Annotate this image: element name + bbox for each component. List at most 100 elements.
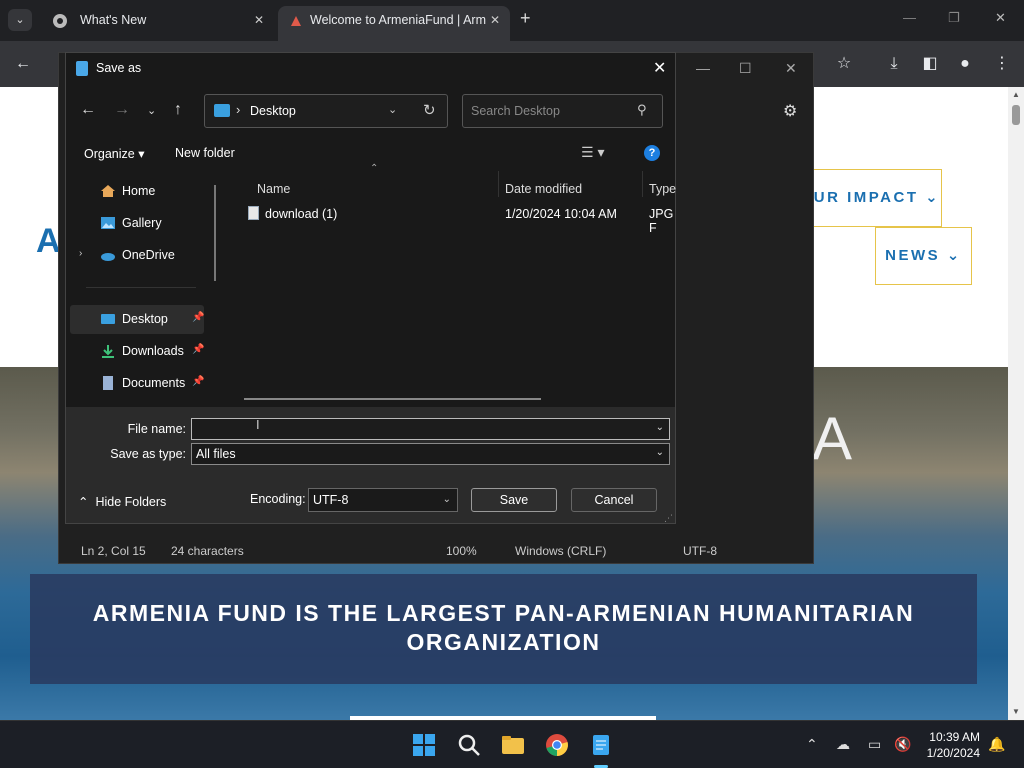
back-arrow-icon[interactable]: ← (12, 53, 34, 75)
expand-chevron-icon[interactable]: › (79, 248, 82, 259)
mission-banner: ARMENIA FUND IS THE LARGEST PAN-ARMENIAN… (30, 574, 977, 684)
site-logo[interactable]: A (36, 222, 61, 261)
file-explorer-icon[interactable] (501, 733, 525, 757)
refresh-icon[interactable]: ↻ (423, 101, 436, 119)
notepad-maximize-icon[interactable]: ☐ (739, 60, 752, 77)
start-windows-icon[interactable] (412, 733, 436, 757)
column-divider[interactable] (498, 171, 499, 197)
notepad-close-icon[interactable]: ✕ (785, 60, 797, 77)
menu-kebab-icon[interactable]: ⋮ (991, 53, 1013, 75)
tab-search-chevron-icon[interactable]: ⌄ (8, 9, 32, 31)
image-file-icon (248, 206, 259, 220)
notification-bell-icon[interactable]: 🔔 (988, 736, 1005, 753)
tab-close-icon[interactable]: ✕ (254, 6, 264, 35)
address-dropdown-icon[interactable]: ⌄ (388, 103, 397, 116)
save-type-label: Save as type: (110, 447, 186, 461)
view-options-icon[interactable]: ☰ ▾ (581, 144, 604, 161)
network-icon[interactable]: ▭ (868, 736, 881, 753)
hide-folders-button[interactable]: ⌃ Hide Folders (78, 494, 166, 509)
recent-locations-chevron-icon[interactable]: ⌄ (147, 104, 156, 117)
new-tab-plus-icon[interactable]: + (520, 8, 531, 29)
profile-icon[interactable]: ● (954, 53, 976, 75)
banner-line-2: ORGANIZATION (406, 629, 601, 655)
download-arrow-icon (102, 345, 114, 358)
nav-item-downloads[interactable]: Downloads 📌 (70, 337, 204, 366)
scroll-up-icon[interactable]: ▲ (1012, 90, 1020, 99)
tab-armeniafund[interactable]: Welcome to ArmeniaFund | Arm ✕ (278, 6, 510, 41)
page-scrollbar[interactable]: ▲ ▼ (1008, 87, 1024, 720)
chrome-icon[interactable] (545, 733, 569, 757)
settings-gear-icon[interactable]: ⚙ (783, 101, 797, 121)
status-position: Ln 2, Col 15 (81, 544, 146, 558)
search-box[interactable]: Search Desktop ⚲ (462, 94, 663, 128)
pin-icon: 📌 (192, 344, 205, 355)
save-type-dropdown-icon[interactable]: ⌄ (656, 447, 664, 458)
search-icon[interactable] (457, 733, 481, 757)
scroll-down-icon[interactable]: ▼ (1012, 707, 1020, 716)
nav-news[interactable]: NEWS ⌄ (875, 227, 972, 285)
new-folder-button[interactable]: New folder (175, 146, 235, 160)
save-type-select[interactable]: All files ⌄ (191, 443, 670, 465)
column-header-name[interactable]: Name (257, 182, 290, 196)
nav-our-impact[interactable]: UR IMPACT ⌄ (812, 169, 942, 227)
notepad-statusbar: Ln 2, Col 15 24 characters 100% Windows … (59, 539, 813, 563)
volume-muted-icon[interactable]: 🔇 (894, 736, 911, 753)
minimize-icon[interactable]: — (903, 10, 916, 25)
maximize-icon[interactable]: ❐ (948, 10, 960, 26)
resize-grip-icon[interactable]: ⋰ (664, 513, 673, 524)
side-panel-icon[interactable]: ◧ (919, 53, 941, 75)
file-type: JPG F (649, 207, 674, 235)
column-header-date[interactable]: Date modified (505, 182, 582, 196)
nav-item-desktop[interactable]: Desktop 📌 (70, 305, 204, 334)
status-zoom: 100% (446, 544, 477, 558)
nav-item-onedrive[interactable]: › OneDrive (70, 241, 204, 270)
onedrive-offline-icon[interactable]: ☁ (836, 736, 850, 753)
save-type-value: All files (196, 447, 236, 461)
nav-scrollbar[interactable] (214, 185, 216, 281)
clock-time: 10:39 AM (929, 730, 980, 744)
file-name-dropdown-icon[interactable]: ⌄ (656, 422, 664, 433)
nav-item-documents[interactable]: Documents 📌 (70, 369, 204, 398)
file-row[interactable]: download (1) 1/20/2024 10:04 AM JPG F (225, 203, 675, 235)
file-date: 1/20/2024 10:04 AM (505, 207, 617, 221)
back-arrow-icon[interactable]: ← (80, 101, 96, 119)
encoding-dropdown-icon[interactable]: ⌄ (443, 494, 451, 505)
bookmark-star-icon[interactable]: ☆ (833, 53, 855, 75)
scroll-thumb[interactable] (1012, 105, 1020, 125)
column-divider[interactable] (642, 171, 643, 197)
nav-item-gallery[interactable]: Gallery (70, 209, 204, 238)
system-clock[interactable]: 10:39 AM 1/20/2024 (918, 729, 980, 761)
notepad-minimize-icon[interactable]: — (696, 60, 710, 76)
help-icon[interactable]: ? (644, 145, 660, 161)
nav-item-home[interactable]: Home (70, 177, 204, 206)
hero-heading-fragment: A (812, 405, 853, 472)
notepad-app-icon (76, 61, 88, 76)
tab-close-icon[interactable]: ✕ (490, 6, 500, 35)
close-window-icon[interactable]: ✕ (995, 10, 1006, 26)
organize-button[interactable]: Organize ▾ (84, 146, 144, 161)
column-header-type[interactable]: Type (649, 182, 676, 196)
pin-icon: 📌 (192, 376, 205, 387)
encoding-select[interactable]: UTF-8 ⌄ (308, 488, 458, 512)
home-icon (101, 185, 115, 197)
horizontal-scrollbar[interactable] (244, 398, 541, 400)
document-icon (103, 376, 113, 390)
tab-whats-new[interactable]: What's New ✕ (34, 6, 274, 41)
status-encoding: UTF-8 (683, 544, 717, 558)
sort-caret-icon: ⌃ (370, 163, 379, 174)
save-button[interactable]: Save (471, 488, 557, 512)
up-arrow-icon[interactable]: ↑ (174, 101, 182, 119)
notepad-icon[interactable] (589, 733, 613, 757)
nav-divider (86, 287, 196, 288)
address-bar[interactable]: › Desktop ⌄ ↻ (204, 94, 448, 128)
dialog-close-icon[interactable]: ✕ (653, 58, 666, 78)
tray-chevron-up-icon[interactable]: ⌃ (806, 736, 818, 753)
download-icon[interactable]: ⤓ (883, 53, 905, 75)
cancel-button[interactable]: Cancel (571, 488, 657, 512)
status-line-ending: Windows (CRLF) (515, 544, 607, 558)
cloud-icon (101, 253, 115, 261)
forward-arrow-icon[interactable]: → (114, 101, 130, 119)
gallery-icon (101, 217, 115, 229)
file-name-input[interactable]: ⌄ (191, 418, 670, 440)
desktop-icon (101, 314, 115, 324)
